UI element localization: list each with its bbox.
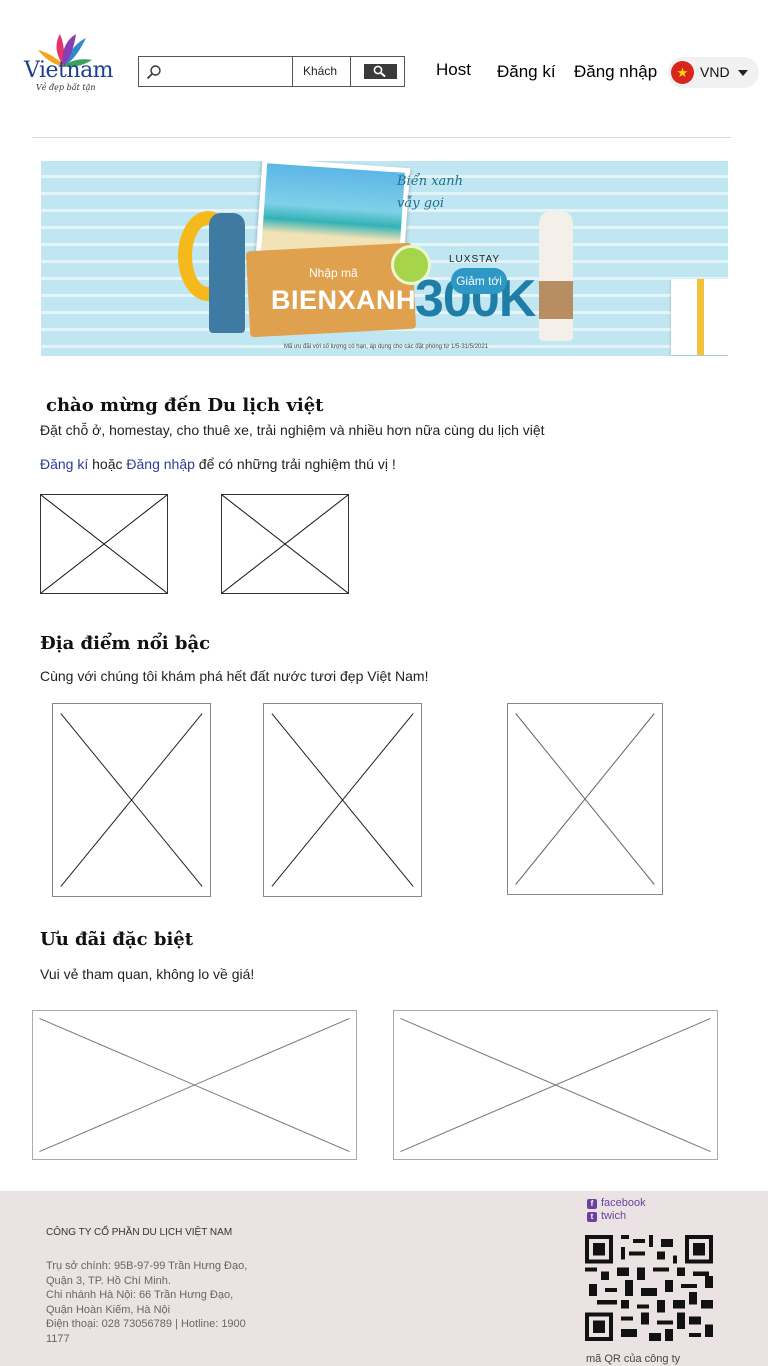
footer-address-line: Quận 3, TP. Hồ Chí Minh. [46, 1274, 171, 1287]
footer-address-line: Quận Hoàn Kiếm, Hà Nội [46, 1303, 171, 1316]
placeholder-cross-icon [41, 495, 167, 593]
guest-selector[interactable]: Khách [292, 57, 350, 86]
search-button-icon-plate [364, 64, 397, 79]
promo-code-label: Nhập mã [309, 266, 358, 280]
footer-address-line: Chi nhánh Hà Nội: 66 Trần Hưng Đạo, [46, 1289, 234, 1301]
placeholder-cross-icon [508, 704, 662, 894]
twitch-link-label: twich [601, 1210, 627, 1222]
facebook-icon: f [587, 1198, 597, 1209]
banner-brand: LUXSTAY [449, 254, 501, 265]
search-button-icon [373, 65, 386, 78]
footer-company-name: CÔNG TY CỔ PHẦN DU LỊCH VIỆT NAM [46, 1227, 233, 1238]
currency-selector[interactable]: ★ VND [668, 57, 759, 88]
logo-tagline: Vẻ đẹp bất tận [36, 83, 96, 92]
facebook-link[interactable]: f facebook [587, 1197, 646, 1210]
featured-title: Địa điểm nổi bậc [40, 633, 211, 654]
welcome-subtitle: Đặt chỗ ở, homestay, cho thuê xe, trải n… [40, 422, 545, 438]
nav-register-link[interactable]: Đăng kí [497, 62, 556, 82]
company-qr-code [585, 1235, 713, 1341]
currency-label: VND [700, 64, 730, 80]
promo-code: BIENXANH [271, 285, 417, 315]
placeholder-cross-icon [53, 704, 210, 896]
search-button[interactable] [350, 57, 405, 86]
gift-box-image [671, 279, 728, 355]
search-icon [146, 65, 161, 80]
promo-banner[interactable]: Nhập mã BIENXANH Biển xanh vẫy gọi LUXST… [41, 161, 728, 356]
welcome-title: chào mừng đến Du lịch việt [46, 395, 324, 416]
footer-phone-line: 1177 [46, 1332, 70, 1345]
banner-fine-print: Mã ưu đãi với số lượng có hạn, áp dụng c… [284, 344, 489, 350]
destination-card-placeholder[interactable] [52, 703, 211, 897]
deal-card-placeholder[interactable] [393, 1010, 718, 1160]
vn-flag-icon: ★ [671, 61, 694, 84]
twitch-icon: t [587, 1211, 597, 1222]
placeholder-cross-icon [264, 704, 421, 896]
footer-address: Trụ sở chính: 95B-97-99 Trần Hưng Đạo, Q… [46, 1259, 286, 1346]
destination-card-placeholder[interactable] [507, 703, 663, 895]
placeholder-cross-icon [33, 1011, 356, 1159]
destination-card-placeholder[interactable] [263, 703, 422, 897]
discount-badge: Giảm tới [451, 268, 507, 294]
banner-script-text: Biển xanh vẫy gọi [397, 174, 464, 211]
featured-subtitle: Cùng với chúng tôi khám phá hết đất nước… [40, 668, 429, 684]
auth-connector: hoặc [88, 456, 127, 472]
caret-down-icon [738, 70, 748, 76]
nav-host-link[interactable]: Host [436, 60, 471, 80]
twitch-link[interactable]: t twich [587, 1210, 646, 1223]
register-link[interactable]: Đăng kí [40, 456, 88, 472]
facebook-link-label: facebook [601, 1197, 646, 1209]
nav-login-link[interactable]: Đăng nhập [574, 62, 657, 82]
login-link[interactable]: Đăng nhập [126, 456, 195, 472]
deals-subtitle: Vui vẻ tham quan, không lo về giá! [40, 966, 255, 982]
deals-title: Ưu đãi đặc biệt [40, 929, 194, 950]
auth-tail: để có những trải nghiệm thú vị ! [194, 456, 396, 472]
auth-prompt: Đăng kí hoặc Đăng nhập để có những trải … [40, 456, 396, 472]
traveler-woman-image [539, 211, 573, 341]
placeholder-cross-icon [394, 1011, 717, 1159]
header-divider [32, 137, 731, 138]
search-input[interactable] [167, 60, 289, 83]
footer-address-line: Trụ sở chính: 95B-97-99 Trần Hưng Đạo, [46, 1260, 248, 1272]
logo-wordmark: Vietnam [24, 58, 114, 83]
search-bar: Khách [138, 56, 405, 87]
traveler-man-image [209, 213, 245, 333]
placeholder-cross-icon [222, 495, 348, 593]
qr-caption: mã QR của công ty [586, 1353, 681, 1365]
welcome-image-placeholder[interactable] [40, 494, 168, 594]
site-logo[interactable]: Vietnam Vẻ đẹp bất tận [22, 32, 122, 98]
site-footer: CÔNG TY CỔ PHẦN DU LỊCH VIỆT NAM Trụ sở … [0, 1191, 768, 1366]
footer-social-links: f facebook t twich [587, 1197, 646, 1223]
deal-card-placeholder[interactable] [32, 1010, 357, 1160]
footer-phone-line: Điện thoại: 028 73056789 | Hotline: 1900 [46, 1318, 246, 1330]
welcome-image-placeholder[interactable] [221, 494, 349, 594]
